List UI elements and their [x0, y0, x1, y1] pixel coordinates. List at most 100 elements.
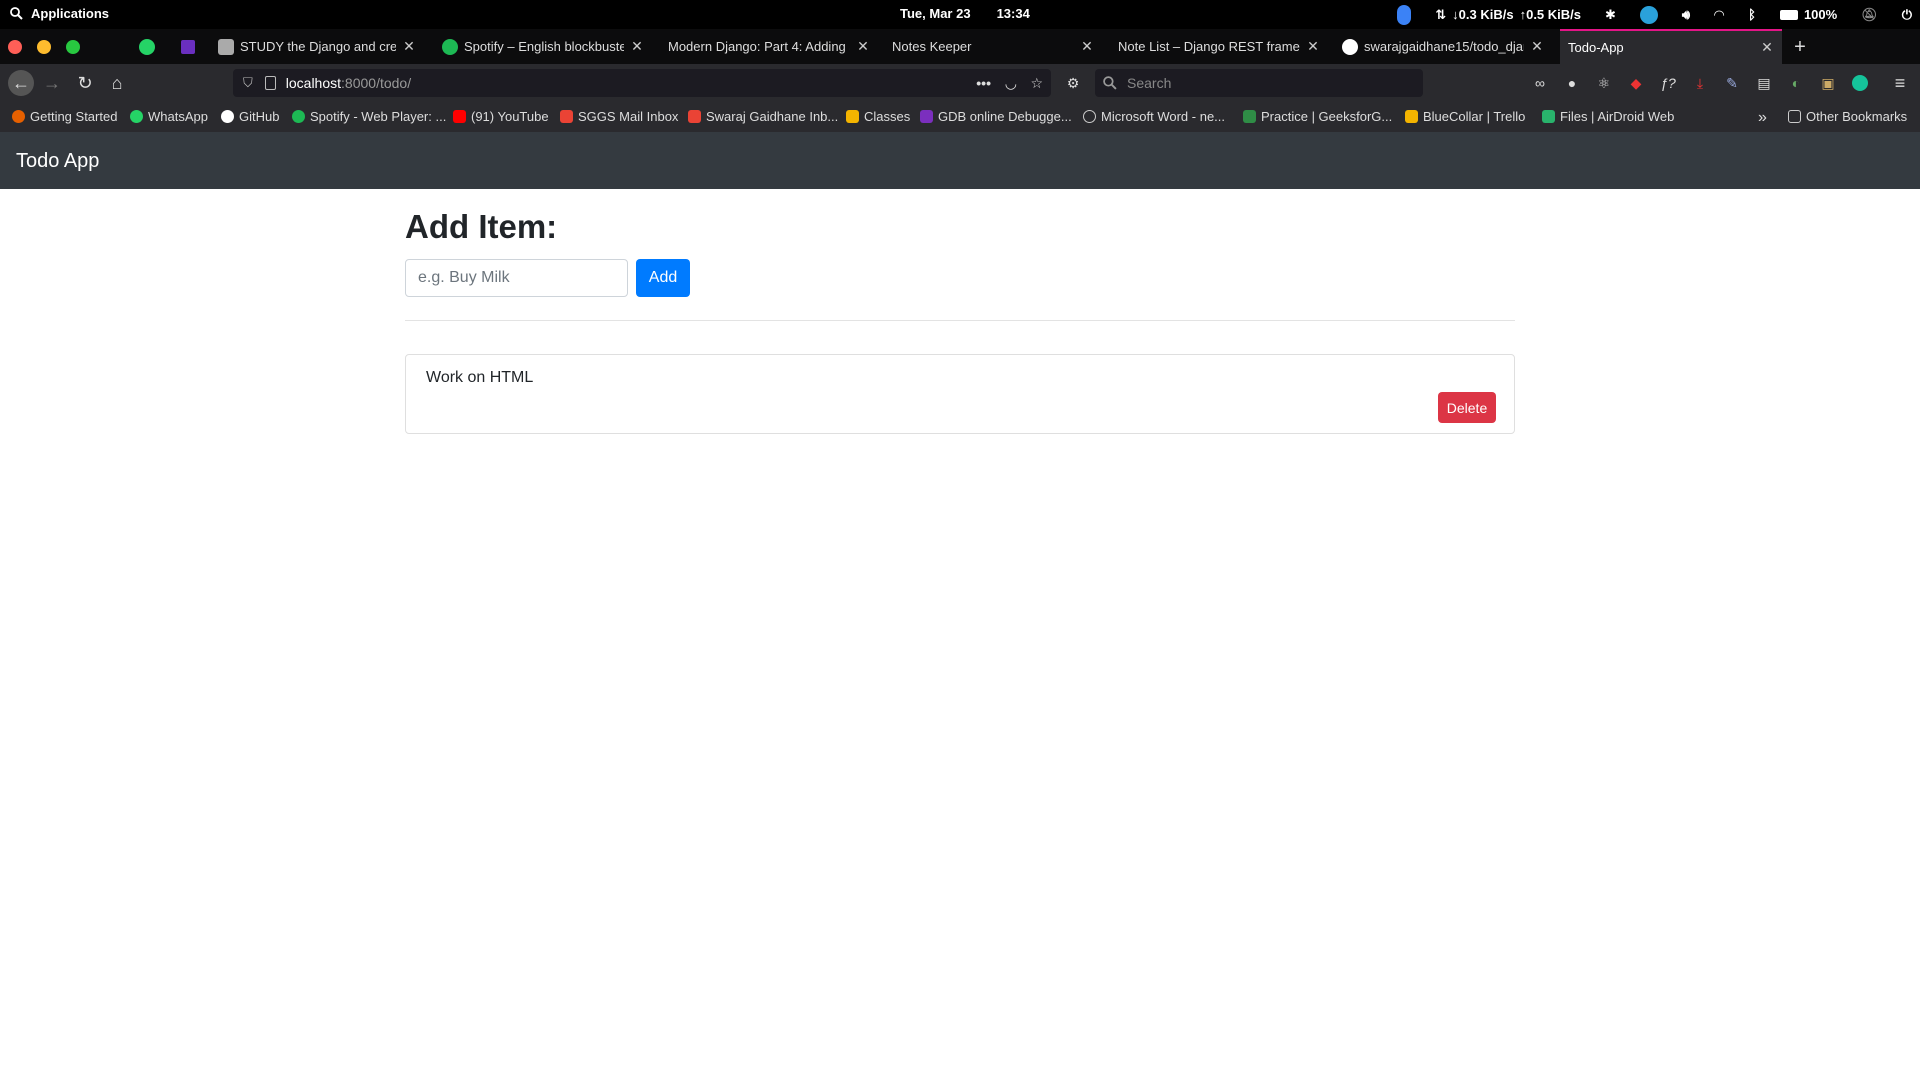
close-window-button[interactable]: [8, 40, 22, 54]
glasses-icon[interactable]: ∞: [1530, 73, 1550, 93]
notes-icon[interactable]: ▤: [1754, 73, 1774, 93]
bookmark-sggs-mail[interactable]: SGGS Mail Inbox: [560, 109, 678, 124]
bookmark-microsoft-word[interactable]: Microsoft Word - ne...: [1083, 109, 1225, 124]
volume-icon[interactable]: 🔊︎: [1682, 7, 1690, 23]
extensions-icon[interactable]: ⚙: [1063, 73, 1083, 93]
bookmark-star-icon[interactable]: ☆: [1030, 75, 1043, 92]
ghost-icon[interactable]: ●: [1562, 73, 1582, 93]
bookmark-label: WhatsApp: [148, 109, 208, 124]
notifications-muted-icon[interactable]: 🔕︎: [1861, 7, 1878, 23]
pinned-tab-whatsapp[interactable]: [137, 37, 157, 57]
globe-icon: [1083, 110, 1096, 123]
bookmark-label: Classes: [864, 109, 911, 124]
clipboard-icon[interactable]: ▣: [1818, 73, 1838, 93]
close-tab-icon[interactable]: ✕: [856, 38, 870, 55]
app-navbar: Todo App: [0, 132, 1920, 189]
bookmark-airdroid[interactable]: Files | AirDroid Web: [1542, 109, 1674, 124]
bookmark-getting-started[interactable]: Getting Started: [12, 109, 117, 124]
wifi-icon[interactable]: ◠: [1714, 7, 1724, 23]
bluetooth-status-icon[interactable]: [1397, 4, 1412, 25]
slack-icon[interactable]: ✱: [1605, 7, 1616, 23]
page-actions-menu-icon[interactable]: •••: [976, 75, 991, 91]
bookmark-label: BlueCollar | Trello: [1423, 109, 1526, 124]
gmail-icon: [688, 110, 701, 123]
browser-tab-strip: STUDY the Django and create ✕ Spotify – …: [0, 29, 1920, 64]
close-tab-icon[interactable]: ✕: [1080, 38, 1094, 55]
bookmark-whatsapp[interactable]: WhatsApp: [130, 109, 208, 124]
applications-label: Applications: [31, 6, 110, 21]
forward-button[interactable]: →: [40, 71, 64, 95]
battery[interactable]: 100%: [1779, 7, 1838, 22]
shield-icon[interactable]: ⛉: [243, 75, 253, 91]
new-item-input[interactable]: [405, 259, 628, 297]
reload-icon: ↻: [77, 72, 93, 93]
tab-label: Notes Keeper: [892, 39, 972, 54]
tab-todo-app[interactable]: Todo-App ✕: [1560, 29, 1782, 64]
close-tab-icon[interactable]: ✕: [402, 38, 416, 55]
applications-menu[interactable]: Applications: [10, 6, 109, 21]
tab-spotify[interactable]: Spotify – English blockbuster ✕: [434, 29, 652, 64]
add-button[interactable]: Add: [636, 259, 690, 297]
maximize-window-button[interactable]: [66, 40, 80, 54]
bookmark-label: Files | AirDroid Web: [1560, 109, 1675, 124]
pdf-icon[interactable]: ◆: [1626, 73, 1646, 93]
home-button[interactable]: ⌂: [105, 71, 129, 95]
formula-icon[interactable]: ƒ?: [1658, 73, 1678, 93]
bookmark-swaraj-inbox[interactable]: Swaraj Gaidhane Inb...: [688, 109, 838, 124]
telegram-icon[interactable]: [1639, 5, 1658, 24]
other-bookmarks[interactable]: Other Bookmarks: [1788, 109, 1907, 124]
whatsapp-icon: [139, 39, 155, 55]
close-tab-icon[interactable]: ✕: [1306, 38, 1320, 55]
url-host: localhost: [285, 75, 342, 91]
react-icon[interactable]: ⚛: [1594, 73, 1614, 93]
search-icon: [10, 7, 23, 20]
tab-note-list[interactable]: Note List – Django REST framework ✕: [1110, 29, 1328, 64]
bookmark-geeksforgeeks[interactable]: Practice | GeeksforG...: [1243, 109, 1392, 124]
close-tab-icon[interactable]: ✕: [630, 38, 644, 55]
more-bookmarks-chevron-icon[interactable]: »: [1758, 109, 1767, 127]
close-tab-icon[interactable]: ✕: [1760, 39, 1774, 56]
delete-button[interactable]: Delete: [1438, 392, 1496, 423]
pen-icon[interactable]: ✎: [1722, 73, 1742, 93]
home-icon: ⌂: [111, 72, 123, 93]
minimize-window-button[interactable]: [37, 40, 51, 54]
todo-item-text: Work on HTML: [426, 369, 534, 386]
transfer-icon: ⇅: [1435, 6, 1447, 22]
download-icon[interactable]: ⤓: [1690, 73, 1710, 93]
bookmark-gdb[interactable]: GDB online Debugge...: [920, 109, 1072, 124]
tab-notes-keeper[interactable]: Notes Keeper ✕: [884, 29, 1102, 64]
system-tray: ⇅ ↓0.3 KiB/s ↑0.5 KiB/s ✱ 🔊︎ ◠ ᛒ 100% 🔕︎…: [1397, 3, 1912, 26]
clock[interactable]: Tue, Mar 23 13:34: [900, 6, 1030, 21]
power-icon[interactable]: ⏻: [1902, 7, 1912, 23]
leaf-icon[interactable]: ◐: [1786, 73, 1806, 93]
net-up-text: ↑0.5 KiB/s: [1519, 6, 1582, 22]
battery-icon: [1779, 9, 1798, 20]
bluetooth-icon[interactable]: ᛒ: [1748, 7, 1756, 22]
tab-modern-django[interactable]: Modern Django: Part 4: Adding a ✕: [660, 29, 878, 64]
bookmark-trello[interactable]: BlueCollar | Trello: [1405, 109, 1525, 124]
search-box[interactable]: Search: [1095, 69, 1423, 97]
bookmark-github[interactable]: GitHub: [221, 109, 279, 124]
bookmark-youtube[interactable]: (91) YouTube: [453, 109, 549, 124]
bookmark-spotify[interactable]: Spotify - Web Player: ...: [292, 109, 446, 124]
pocket-icon[interactable]: ◡: [1005, 75, 1017, 92]
bookmark-classes[interactable]: Classes: [846, 109, 910, 124]
bookmark-label: SGGS Mail Inbox: [578, 109, 679, 124]
pinned-tab-app[interactable]: [178, 37, 198, 57]
app-brand[interactable]: Todo App: [16, 150, 99, 173]
network-speed[interactable]: ⇅ ↓0.3 KiB/s ↑0.5 KiB/s: [1435, 7, 1581, 23]
app-icon: [181, 40, 195, 54]
tab-github-repo[interactable]: swarajgaidhane15/todo_django ✕: [1334, 29, 1552, 64]
bookmark-label: GDB online Debugge...: [938, 109, 1072, 124]
bookmark-label: (91) YouTube: [471, 109, 549, 124]
back-button[interactable]: ←: [8, 70, 34, 96]
tab-study-django[interactable]: STUDY the Django and create ✕: [210, 29, 424, 64]
close-tab-icon[interactable]: ✕: [1530, 38, 1544, 55]
address-bar[interactable]: ⛉ localhost:8000/todo/ ••• ◡ ☆: [233, 69, 1051, 97]
reload-button[interactable]: ↻: [73, 71, 97, 95]
grammarly-icon[interactable]: [1850, 73, 1870, 93]
new-tab-button[interactable]: +: [1790, 36, 1810, 58]
page-icon: [264, 76, 276, 90]
battery-text: 100%: [1803, 7, 1838, 22]
menu-icon[interactable]: ≡: [1890, 73, 1910, 93]
